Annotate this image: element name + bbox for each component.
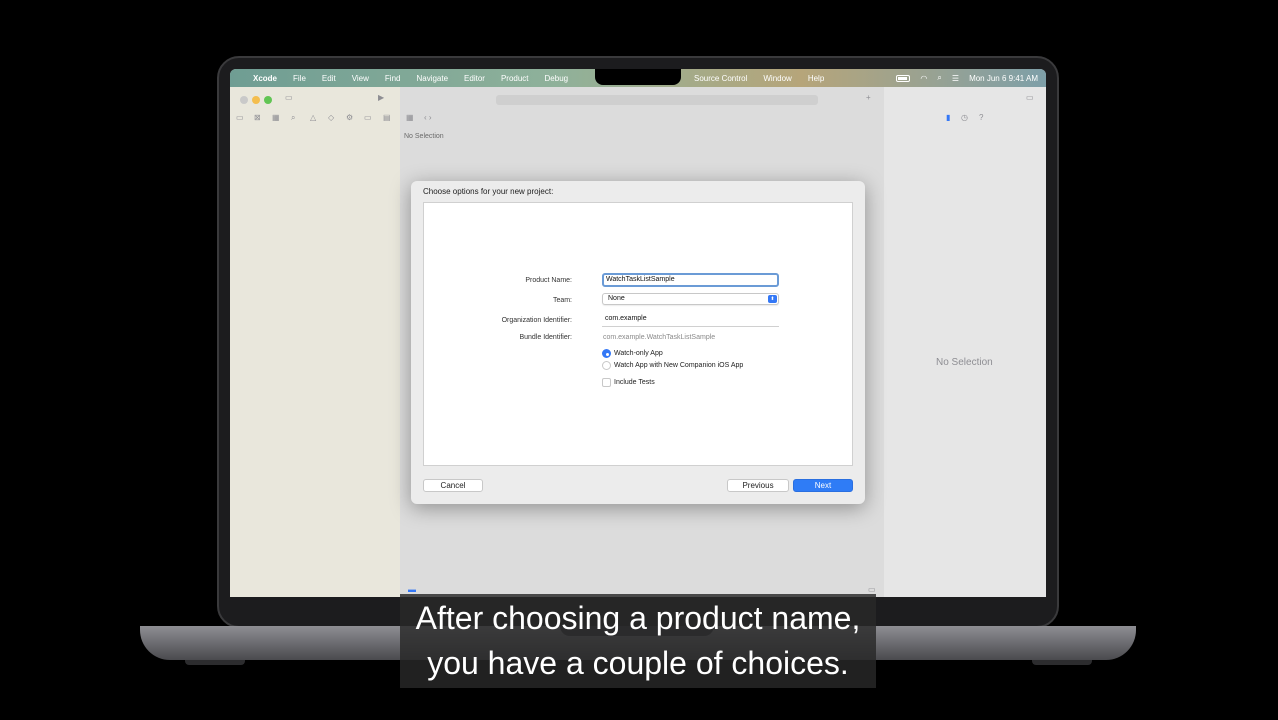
quick-help-icon[interactable]: ? (979, 113, 983, 122)
product-name-label: Product Name: (525, 277, 572, 284)
minimize-window-icon[interactable] (252, 96, 260, 104)
close-window-icon[interactable] (240, 96, 248, 104)
product-name-field[interactable]: WatchTaskListSample (602, 273, 779, 287)
caption-line-2: you have a couple of choices. (427, 645, 849, 681)
activity-bar (496, 95, 818, 105)
team-popup-value: None (608, 295, 625, 302)
back-forward-icon[interactable]: ‹ › (424, 113, 432, 122)
menu-app-name[interactable]: Xcode (253, 74, 277, 83)
inspector-pane (884, 87, 1046, 597)
related-items-icon[interactable]: ▦ (406, 113, 414, 122)
menu-source-control[interactable]: Source Control (694, 74, 747, 83)
menu-clock[interactable]: Mon Jun 6 9:41 AM (969, 74, 1038, 83)
menu-navigate[interactable]: Navigate (416, 74, 448, 83)
sidebar-toggle-icon[interactable]: ▭ (285, 93, 293, 102)
status-items: ◠ ⌕ ☰ Mon Jun 6 9:41 AM (896, 69, 1038, 87)
menu-file[interactable]: File (293, 74, 306, 83)
include-tests-label[interactable]: Include Tests (614, 379, 655, 386)
editor-no-selection-label: No Selection (404, 133, 444, 140)
caption-line-1: After choosing a product name, (415, 600, 861, 636)
add-library-icon[interactable]: + (866, 93, 871, 102)
breakpoint-navigator-icon[interactable]: ▭ (364, 113, 372, 122)
menu-help[interactable]: Help (808, 74, 824, 83)
inspector-toggle-icon[interactable]: ▭ (1026, 93, 1034, 102)
cancel-button[interactable]: Cancel (423, 479, 483, 492)
menu-product[interactable]: Product (501, 74, 529, 83)
team-popup[interactable]: None ⬍ (602, 293, 779, 305)
source-control-navigator-icon[interactable]: ⊠ (254, 113, 261, 122)
control-center-icon[interactable]: ☰ (952, 74, 959, 83)
find-navigator-icon[interactable]: ⌕ (291, 113, 295, 123)
next-button[interactable]: Next (793, 479, 853, 492)
new-project-dialog: Choose options for your new project: Pro… (411, 181, 865, 504)
menu-bar-right-group: Source Control Window Help (694, 69, 840, 87)
console-toggle-icon[interactable]: ▭ (868, 585, 876, 594)
wifi-icon[interactable]: ◠ (920, 74, 927, 83)
run-button-icon[interactable]: ▶ (378, 93, 384, 102)
options-panel: Product Name: WatchTaskListSample Team: … (423, 202, 853, 466)
debug-navigator-icon[interactable]: ⚙ (346, 113, 353, 122)
zoom-window-icon[interactable] (264, 96, 272, 104)
include-tests-checkbox[interactable] (602, 378, 611, 387)
menu-edit[interactable]: Edit (322, 74, 336, 83)
video-frame: Xcode File Edit View Find Navigate Edito… (0, 0, 1278, 720)
menu-debug[interactable]: Debug (545, 74, 569, 83)
spotlight-search-icon[interactable]: ⌕ (937, 73, 941, 83)
menu-window[interactable]: Window (763, 74, 791, 83)
team-label: Team: (552, 297, 572, 304)
report-navigator-icon[interactable]: ▤ (383, 113, 391, 122)
menu-view[interactable]: View (352, 74, 369, 83)
bundle-identifier-label: Bundle Identifier: (519, 334, 572, 341)
watch-only-app-label[interactable]: Watch-only App (614, 350, 663, 357)
camera-notch (595, 69, 681, 85)
organization-identifier-field[interactable]: com.example (602, 315, 779, 327)
dialog-title: Choose options for your new project: (423, 187, 554, 196)
window-toolbar: ▭ ▶ + ▭ ▭ ⊠ ▦ ⌕ △ ◇ ⚙ ▭ ▤ ▦ ‹ › ▮ ◷ ? (230, 87, 1046, 122)
inspector-no-selection-label: No Selection (936, 357, 993, 368)
subtitle-caption: After choosing a product name, you have … (400, 594, 876, 688)
previous-button[interactable]: Previous (727, 479, 789, 492)
battery-icon[interactable] (896, 74, 911, 82)
navigator-pane (230, 87, 400, 597)
debug-area-toggle-icon[interactable]: ▬ (408, 585, 416, 594)
laptop-foot-left (185, 660, 245, 665)
history-inspector-icon[interactable]: ◷ (961, 113, 968, 122)
symbol-navigator-icon[interactable]: ▦ (272, 113, 280, 122)
watch-only-app-radio[interactable] (602, 349, 611, 358)
menu-editor[interactable]: Editor (464, 74, 485, 83)
bundle-identifier-value: com.example.WatchTaskListSample (603, 334, 716, 341)
laptop-foot-right (1032, 660, 1092, 665)
test-navigator-icon[interactable]: ◇ (328, 113, 334, 122)
watch-ios-app-label[interactable]: Watch App with New Companion iOS App (614, 362, 743, 369)
issue-navigator-icon[interactable]: △ (310, 113, 316, 122)
watch-ios-app-radio[interactable] (602, 361, 611, 370)
file-inspector-icon[interactable]: ▮ (946, 113, 950, 122)
project-navigator-icon[interactable]: ▭ (236, 113, 244, 122)
organization-identifier-label: Organization Identifier: (501, 317, 572, 324)
menu-find[interactable]: Find (385, 74, 401, 83)
popup-chevron-icon: ⬍ (768, 295, 777, 303)
